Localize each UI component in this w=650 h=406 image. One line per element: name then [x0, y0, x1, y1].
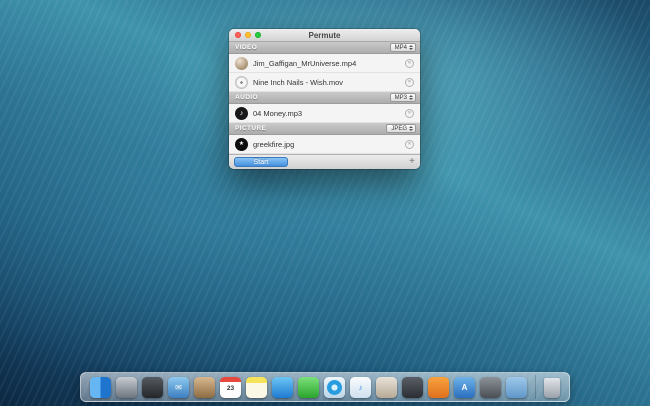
dock-notes-icon[interactable] [246, 377, 267, 398]
dock: ✉ 23 ♪ A [80, 372, 570, 402]
dock-mail-glyph: ✉ [175, 384, 182, 392]
format-value: JPEG [391, 126, 407, 132]
remove-file-button[interactable]: ✕ [405, 109, 414, 118]
remove-file-button[interactable]: ✕ [405, 140, 414, 149]
person-avatar-icon [235, 57, 248, 70]
zoom-button[interactable] [255, 32, 261, 38]
dock-mail-icon[interactable]: ✉ [168, 377, 189, 398]
audio-format-dropdown[interactable]: MP3 [390, 93, 416, 102]
dock-app-store-icon[interactable]: A [454, 377, 475, 398]
image-thumbnail-icon: ★ [235, 138, 248, 151]
traffic-lights [229, 32, 261, 38]
format-value: MP4 [395, 45, 407, 51]
remove-file-button[interactable]: ✕ [405, 78, 414, 87]
file-row[interactable]: ★ greekfire.jpg ✕ [229, 135, 420, 154]
image-emblem-glyph: ★ [239, 141, 244, 147]
start-button[interactable]: Start [234, 157, 288, 167]
dock-safari-icon[interactable] [324, 377, 345, 398]
dock-app-store-glyph: A [462, 384, 468, 392]
file-row[interactable]: Nine Inch Nails - Wish.mov ✕ [229, 73, 420, 92]
dock-photos-icon[interactable] [376, 377, 397, 398]
section-header-audio: AUDIO MP3 [229, 92, 420, 104]
video-format-dropdown[interactable]: MP4 [390, 43, 416, 52]
dock-system-preferences-icon[interactable] [480, 377, 501, 398]
remove-file-button[interactable]: ✕ [405, 59, 414, 68]
permute-window: Permute VIDEO MP4 Jim_Gaffigan_MrUnivers… [229, 29, 420, 169]
dock-itunes-icon[interactable]: ♪ [350, 377, 371, 398]
add-file-button[interactable]: + [409, 157, 415, 167]
dock-photo-booth-icon[interactable] [142, 377, 163, 398]
dock-imovie-icon[interactable] [402, 377, 423, 398]
section-header-video: VIDEO MP4 [229, 42, 420, 54]
file-name: greekfire.jpg [253, 140, 400, 149]
window-bottom-bar: Start + [229, 154, 420, 169]
window-titlebar[interactable]: Permute [229, 29, 420, 42]
stepper-arrows-icon [409, 95, 413, 100]
dock-contacts-icon[interactable] [194, 377, 215, 398]
close-button[interactable] [235, 32, 241, 38]
file-name: Nine Inch Nails - Wish.mov [253, 78, 400, 87]
file-row[interactable]: ♪ 04 Money.mp3 ✕ [229, 104, 420, 123]
dock-calendar-icon[interactable]: 23 [220, 377, 241, 398]
dock-itunes-glyph: ♪ [359, 384, 363, 392]
music-note-icon: ♪ [235, 107, 248, 120]
section-header-picture: PICTURE JPEG [229, 123, 420, 135]
dock-trash-icon[interactable] [544, 378, 560, 398]
stepper-arrows-icon [409, 45, 413, 50]
format-value: MP3 [395, 95, 407, 101]
dock-ibooks-icon[interactable] [428, 377, 449, 398]
dock-launchpad-icon[interactable] [116, 377, 137, 398]
disc-avatar-icon [235, 76, 248, 89]
section-label: PICTURE [235, 125, 386, 132]
file-name: 04 Money.mp3 [253, 109, 400, 118]
dock-calendar-glyph: 23 [227, 386, 234, 393]
dock-messages-icon[interactable] [272, 377, 293, 398]
stepper-arrows-icon [409, 126, 413, 131]
section-label: VIDEO [235, 44, 390, 51]
picture-format-dropdown[interactable]: JPEG [386, 124, 416, 133]
file-row[interactable]: Jim_Gaffigan_MrUniverse.mp4 ✕ [229, 54, 420, 73]
minimize-button[interactable] [245, 32, 251, 38]
dock-downloads-folder-icon[interactable] [506, 377, 527, 398]
music-note-glyph: ♪ [240, 110, 244, 117]
dock-divider [535, 375, 536, 399]
dock-facetime-icon[interactable] [298, 377, 319, 398]
file-name: Jim_Gaffigan_MrUniverse.mp4 [253, 59, 400, 68]
section-label: AUDIO [235, 94, 390, 101]
dock-finder-icon[interactable] [90, 377, 111, 398]
